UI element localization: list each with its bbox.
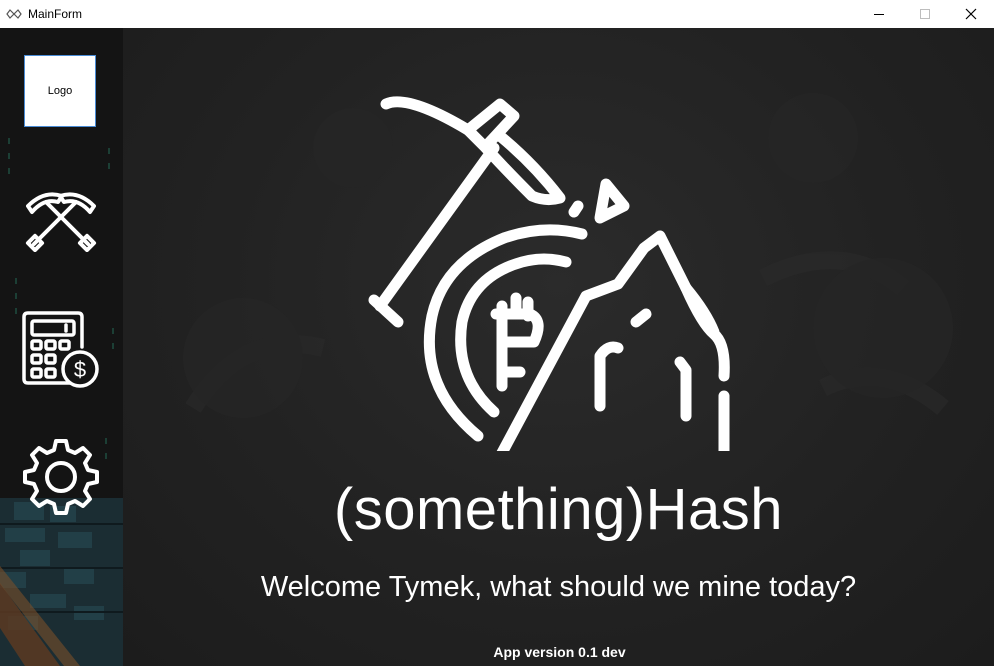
welcome-message: Welcome Tymek, what should we mine today… [260,571,857,603]
sidebar: Logo $ [0,28,123,666]
caption-buttons [856,0,994,28]
nav-mining-button[interactable] [22,181,100,259]
app-title: (something)Hash [333,477,784,542]
nav-settings-button[interactable] [22,438,100,516]
app-icon [6,6,22,22]
close-button[interactable] [948,0,994,28]
minimize-button[interactable] [856,0,902,28]
svg-text:$: $ [74,357,86,382]
logo-placeholder: Logo [24,55,96,127]
crossed-pickaxes-icon [25,192,97,252]
main-window: MainForm Logo $ (something)Hash Welcome … [0,0,994,666]
maximize-button[interactable] [902,0,948,28]
nav-calculator-button[interactable]: $ [22,311,100,389]
title-bar[interactable]: MainForm [0,0,994,28]
app-version: App version 0.1 dev [493,644,626,660]
pickaxe-bitcoin-mine-icon [368,96,730,451]
calculator-dollar-icon: $ [22,311,99,388]
close-icon [965,8,977,20]
gear-icon [23,439,99,515]
window-title: MainForm [28,7,83,21]
main-panel: (something)Hash Welcome Tymek, what shou… [123,28,994,666]
maximize-icon [920,9,930,19]
minimize-icon [874,14,884,15]
